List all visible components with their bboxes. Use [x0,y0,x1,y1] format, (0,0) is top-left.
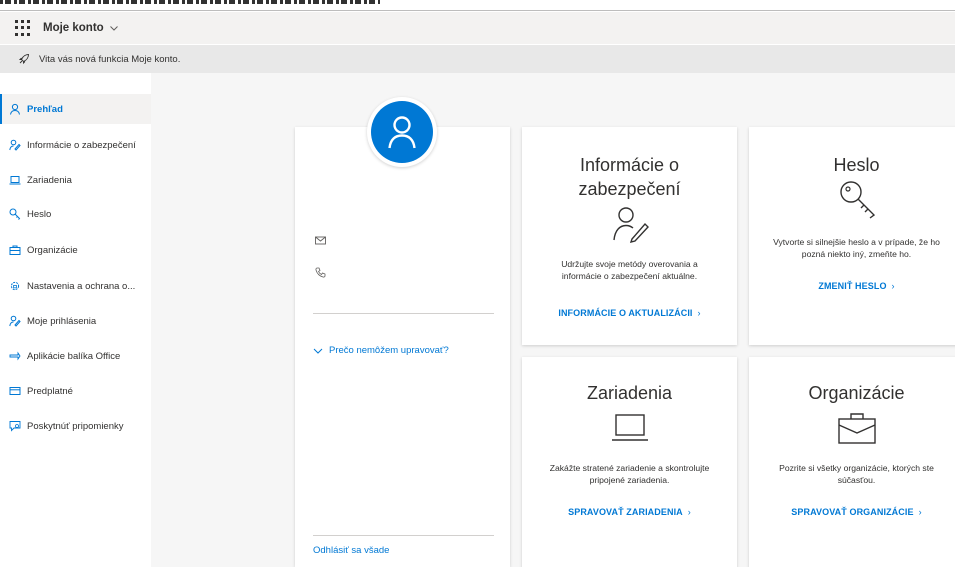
chevron-right-icon: › [687,507,691,517]
tile-title: zabezpečení [578,179,681,199]
sidebar-item-label: Organizácie [27,244,78,256]
manage-organizations-link[interactable]: SPRAVOVAŤ ORGANIZÁCIE › [749,507,955,517]
briefcase-icon [837,413,876,444]
key-icon [9,208,21,220]
sidebar-item-label: Poskytnúť pripomienky [27,420,124,432]
person-icon [388,116,416,149]
link-label: INFORMÁCIE O AKTUALIZÁCII [558,308,693,318]
avatar [367,97,437,167]
tile-title: Informácie o [579,155,680,175]
sidebar-item-label: Zariadenia [27,174,72,186]
tile-description: súčasťou. [837,475,876,485]
sidebar-item-overview[interactable]: Prehľad [0,94,151,124]
link-label: SPRAVOVAŤ ZARIADENIA [568,507,683,517]
profile-card: Prečo nemôžem upravovať? Odhlásiť sa vša… [295,127,510,567]
tile-title: Zariadenia [586,383,673,403]
rocket-icon [18,54,29,65]
why-cant-edit-label: Prečo nemôžem upravovať? [329,345,449,356]
tile-description: Udržujte svoje metódy overovania a [561,259,698,269]
sidebar-item-password[interactable]: Heslo [0,199,151,229]
chevron-right-icon: › [891,281,895,291]
link-label: ZMENIŤ HESLO [818,281,887,291]
feedback-icon [9,421,21,432]
sidebar-item-office-apps[interactable]: Aplikácie balíka Office [0,341,151,371]
divider [313,535,494,536]
sidebar-item-my-signins[interactable]: Moje prihlásenia [0,306,151,336]
notice-text: Vita vás nová funkcia Moje konto. [39,53,181,65]
app-title[interactable]: Moje konto [43,22,104,34]
phone-icon [315,267,326,278]
sidebar-item-settings-privacy[interactable]: Nastavenia a ochrana o... [0,271,151,301]
tile-title: Heslo [833,155,880,175]
chevron-right-icon: › [918,507,922,517]
briefcase-icon [9,245,21,255]
tile-description: pripojené zariadenia. [589,475,670,485]
tile-description: Vytvorte si silnejšie heslo a v prípade,… [773,237,940,247]
change-password-link[interactable]: ZMENIŤ HESLO › [749,281,955,291]
organizations-tile: Organizácie Pozrite si všetky organizáci… [749,357,955,567]
chevron-down-icon [313,348,323,354]
tile-description: pozná niekto iný, zmeňte ho. [801,249,912,259]
link-label: SPRAVOVAŤ ORGANIZÁCIE [791,507,914,517]
main-content: Prečo nemôžem upravovať? Odhlásiť sa vša… [151,73,955,567]
why-cant-edit-link[interactable]: Prečo nemôžem upravovať? [313,345,449,356]
update-info-link[interactable]: INFORMÁCIE O AKTUALIZÁCII › [522,308,737,318]
mail-icon [315,236,326,245]
security-info-tile: Informácie o zabezpečení Udržujte svoje … [522,127,737,345]
tile-title: Organizácie [808,383,905,403]
tile-description: informácie o zabezpečení aktuálne. [561,271,698,281]
person-key-icon [612,207,649,243]
clipped-text-fragment [0,0,380,4]
sidebar-item-subscriptions[interactable]: Predplatné [0,376,151,406]
sidebar-item-feedback[interactable]: Poskytnúť pripomienky [0,411,151,441]
chevron-down-icon[interactable] [109,23,119,33]
sidebar-item-organizations[interactable]: Organizácie [0,235,151,265]
clipped-top-strip [0,0,955,11]
sidebar-item-label: Heslo [27,208,52,220]
avatar-circle [371,101,433,163]
tile-description: Zakážte stratené zariadenie a skontroluj… [549,463,710,473]
gear-lock-icon [10,281,20,291]
sidebar-item-label: Informácie o zabezpečení [27,139,136,151]
laptop-icon [9,176,21,185]
laptop-icon [611,414,648,441]
person-key-icon [9,139,21,151]
manage-devices-link[interactable]: SPRAVOVAŤ ZARIADENIA › [522,507,737,517]
app-header: Moje konto [0,12,955,44]
sidebar-item-label: Prehľad [27,103,63,115]
card-icon [9,387,21,395]
sidebar-item-label: Predplatné [27,385,73,397]
chevron-right-icon: › [697,308,701,318]
sidebar-item-label: Aplikácie balíka Office [27,350,121,362]
sidebar-nav: Prehľad Informácie o zabezpečení Zariade… [0,91,151,567]
app-launcher-icon[interactable] [15,20,31,36]
divider [313,313,494,314]
sidebar-item-label: Nastavenia a ochrana o... [27,280,136,292]
person-icon [10,103,20,115]
sidebar-item-security-info[interactable]: Informácie o zabezpečení [0,130,151,160]
apps-icon [9,351,21,361]
password-tile: Heslo Vytvorte si silnejšie heslo a v pr… [749,127,955,345]
notice-bar: Vita vás nová funkcia Moje konto. [0,45,955,73]
sidebar-item-devices[interactable]: Zariadenia [0,165,151,195]
sign-out-everywhere-link[interactable]: Odhlásiť sa všade [313,545,389,556]
devices-tile: Zariadenia Zakážte stratené zariadenie a… [522,357,737,567]
person-key-icon [9,315,21,327]
sidebar-item-label: Moje prihlásenia [27,315,97,327]
key-icon [839,181,875,219]
tile-description: Pozrite si všetky organizácie, ktorých s… [779,463,934,473]
